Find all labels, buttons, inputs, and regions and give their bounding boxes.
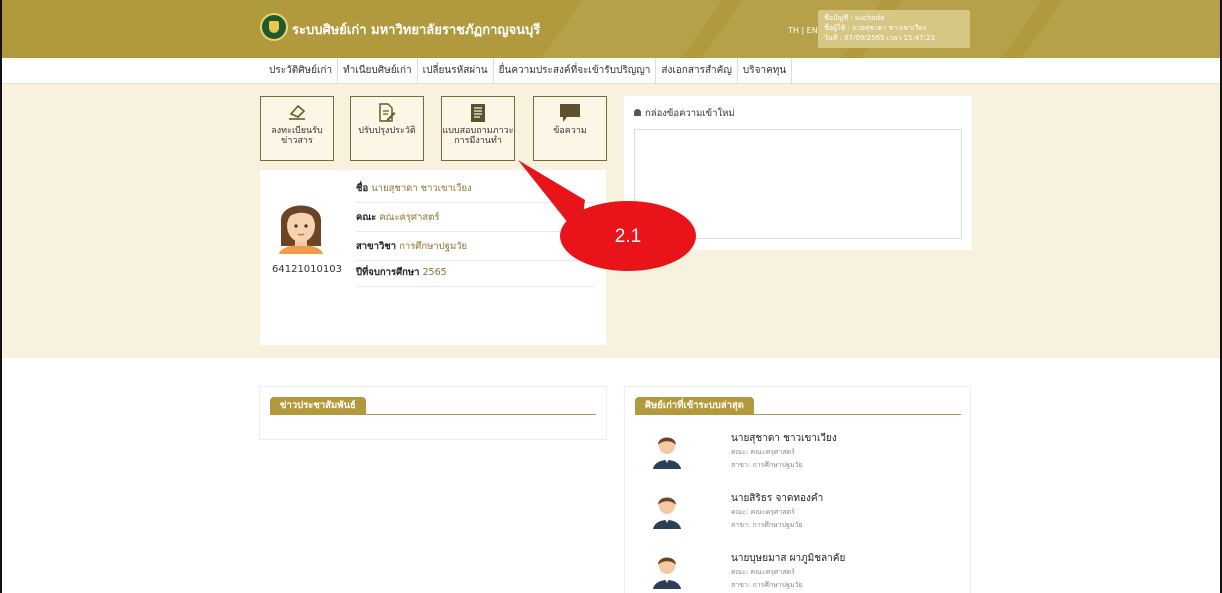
alumni-name: นายสุชาดา ชาวเขาเวียง [731, 433, 837, 444]
avatar [653, 493, 681, 529]
news-panel-tab[interactable]: ข่าวประชาสัมพันธ์ [270, 397, 366, 415]
menu-item-donate[interactable]: บริจาคทุน [738, 58, 793, 84]
recent-alumni-tab[interactable]: ศิษย์เก่าที่เข้าระบบล่าสุด [635, 397, 754, 415]
list-item[interactable]: นายบุษยมาส ผาภูมิชลาคัย คณะ: คณะครุศาสตร… [637, 545, 957, 593]
new-message-box: กล่องข้อความเข้าใหม่ [624, 96, 972, 250]
eraser-icon [261, 103, 333, 121]
message-icon [534, 103, 606, 122]
student-id: 64121010103 [272, 264, 342, 275]
news-panel: ข่าวประชาสัมพันธ์ [259, 386, 607, 440]
tile-label: ปรับปรุงประวัติ [358, 126, 416, 136]
tile-update-profile[interactable]: ปรับปรุงประวัติ [350, 96, 424, 161]
major-label: สาขาวิชา [356, 241, 397, 252]
alumni-name: นายบุษยมาส ผาภูมิชลาคัย [731, 553, 846, 564]
tile-messages[interactable]: ข้อความ [533, 96, 607, 161]
dashboard-area [2, 84, 1220, 358]
faculty-label: คณะ [356, 212, 377, 223]
account-name: ชื่อบัญชี : suchada [824, 14, 885, 22]
message-box-header: กล่องข้อความเข้าใหม่ [634, 106, 735, 121]
alumni-faculty: คณะ: คณะครุศาสตร์ [731, 448, 795, 456]
login-date: วันที่ : 07/09/2565 เวลา 15:47:23 [824, 34, 935, 42]
profile-year-row: ปีที่จบการศึกษา 2565 [356, 258, 594, 287]
tile-register-news[interactable]: ลงทะเบียนรับข่าวสาร [260, 96, 334, 161]
decor-stripe [541, 0, 723, 58]
avatar [653, 433, 681, 469]
menu-item-send-documents[interactable]: ส่งเอกสารสำคัญ [656, 58, 738, 84]
menu-item-alumni-profile[interactable]: ประวัติศิษย์เก่า [264, 58, 339, 84]
site-title[interactable]: ระบบศิษย์เก่า มหาวิทยาลัยราชภัฏกาญจนบุรี [292, 19, 540, 40]
name-value: นายสุชาดา ชาวเขาเวียง [371, 183, 472, 194]
avatar [653, 553, 681, 589]
top-bar [2, 0, 1220, 58]
tile-label: ข้อความ [553, 126, 587, 136]
alumni-major: สาขา: การศึกษาปฐมวัย [731, 521, 803, 529]
user-name: ชื่อผู้ใช้ : นายสุชาดา ชาวเขาเวียง [824, 24, 927, 32]
tile-employment-survey[interactable]: แบบสอบถามภาวะการมีงานทำ [441, 96, 515, 161]
list-item[interactable]: นายสุชาดา ชาวเขาเวียง คณะ: คณะครุศาสตร์ … [637, 425, 957, 483]
divider [270, 414, 596, 415]
tile-label: แบบสอบถามภาวะการมีงานทำ [442, 126, 514, 146]
message-box-title: กล่องข้อความเข้าใหม่ [645, 108, 735, 119]
profile-name-row: ชื่อ นายสุชาดา ชาวเขาเวียง [356, 174, 594, 203]
faculty-value: คณะครุศาสตร์ [379, 212, 440, 223]
major-value: การศึกษาปฐมวัย [399, 241, 468, 252]
main-menu: ประวัติศิษย์เก่า ทำเนียบศิษย์เก่า เปลี่ย… [2, 58, 1220, 84]
menu-item-graduation-request[interactable]: ยื่นความประสงค์ที่จะเข้ารับปริญญา [494, 58, 657, 84]
menu-item-change-password[interactable]: เปลี่ยนรหัสผ่าน [418, 58, 494, 84]
recent-alumni-panel: ศิษย์เก่าที่เข้าระบบล่าสุด นายสุชาดา ชาว… [624, 386, 971, 593]
user-info-box: ชื่อบัญชี : suchada ชื่อผู้ใช้ : นายสุชา… [818, 10, 970, 48]
callout-label: 2.1 [614, 226, 642, 247]
year-label: ปีที่จบการศึกษา [356, 267, 420, 278]
profile-major-row: สาขาวิชา การศึกษาปฐมวัย [356, 232, 594, 261]
year-value: 2565 [422, 267, 447, 278]
bell-icon [634, 109, 641, 116]
message-list-area[interactable] [634, 129, 962, 239]
alumni-major: สาขา: การศึกษาปฐมวัย [731, 461, 803, 469]
profile-card: 64121010103 ชื่อ นายสุชาดา ชาวเขาเวียง ค… [260, 170, 606, 345]
alumni-faculty: คณะ: คณะครุศาสตร์ [731, 508, 795, 516]
university-logo[interactable] [260, 13, 288, 41]
edit-document-icon [351, 103, 423, 122]
name-label: ชื่อ [356, 183, 369, 194]
menu-item-alumni-directory[interactable]: ทำเนียบศิษย์เก่า [338, 58, 418, 84]
alumni-faculty: คณะ: คณะครุศาสตร์ [731, 568, 795, 576]
list-item[interactable]: นายสิริธร จาดทองคำ คณะ: คณะครุศาสตร์ สาข… [637, 485, 957, 543]
alumni-name: นายสิริธร จาดทองคำ [731, 493, 824, 504]
profile-faculty-row: คณะ คณะครุศาสตร์ [356, 203, 594, 232]
alumni-major: สาขา: การศึกษาปฐมวัย [731, 581, 803, 589]
form-document-icon [442, 103, 514, 122]
divider [635, 414, 961, 415]
avatar [275, 192, 327, 254]
tile-label: ลงทะเบียนรับข่าวสาร [271, 126, 323, 146]
language-switch-label[interactable]: TH | EN [788, 26, 818, 35]
